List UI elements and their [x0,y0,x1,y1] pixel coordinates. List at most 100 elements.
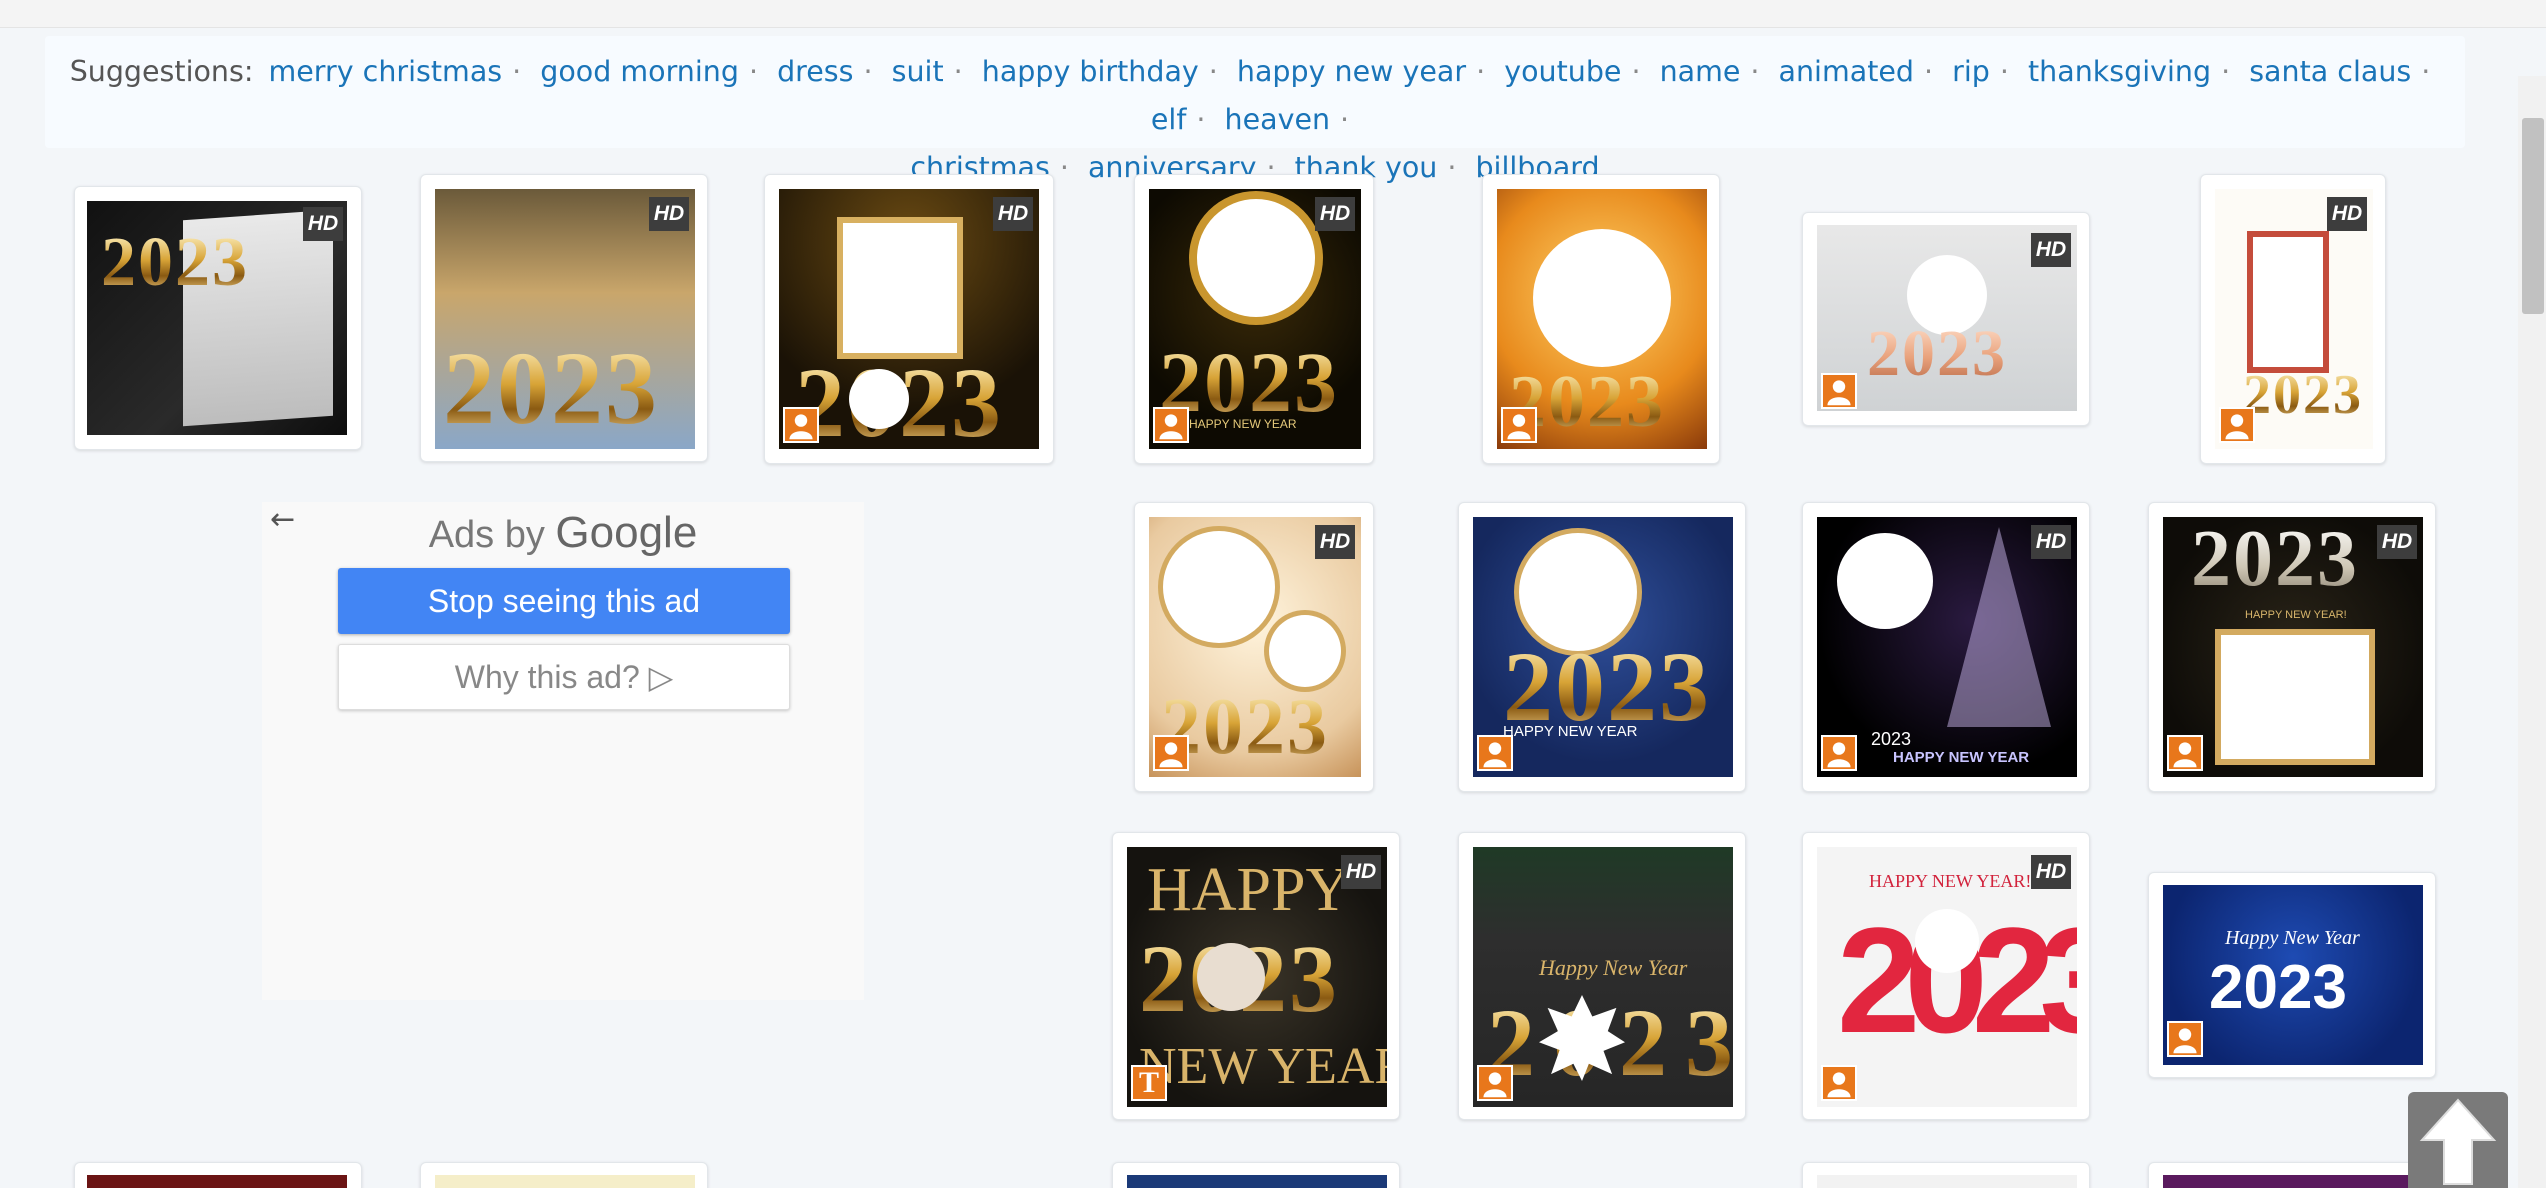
frame-card[interactable]: 2023 HD [764,174,1054,464]
hd-badge: HD [1315,197,1355,231]
frame-card[interactable] [420,1162,708,1188]
script-caption-text: Happy New Year [2225,927,2360,949]
frame-card[interactable]: Happy New Year 2023 [2148,872,2436,1078]
frame-card[interactable]: 2023 HD [1802,212,2090,426]
scrollbar-thumb[interactable] [2522,118,2544,314]
frame-thumbnail: 2023 HD [1817,225,2077,411]
hd-badge: HD [993,197,1033,231]
frame-card[interactable]: HAPPY 2023 NEW YEAR HD T [1112,832,1400,1120]
photo-frame-icon [1153,407,1189,443]
year-text: 2023 [2191,517,2359,603]
frame-card[interactable]: 2023 HD [1134,502,1374,792]
top-bar [0,0,2546,28]
photo-frame-icon [1477,1065,1513,1101]
google-logo-text: Google [555,508,698,557]
suggestion-link[interactable]: rip [1952,55,1990,88]
ads-by-label: Ads by [428,514,545,556]
caption-text: HAPPY NEW YEAR [1893,749,2030,766]
ad-panel: ← Ads by Google Stop seeing this ad Why … [262,502,864,1000]
frame-thumbnail [1127,1175,1387,1188]
suggestions-bar: Suggestions: merry christmas · good morni… [45,36,2465,184]
photo-frame-icon [783,407,819,443]
hd-badge: HD [2031,855,2071,889]
frame-card[interactable] [74,1162,362,1188]
frame-card[interactable] [2148,1162,2436,1188]
hd-badge: HD [2031,233,2071,267]
frame-thumbnail: 2023 HD [779,189,1039,449]
suggestion-link[interactable]: dress [777,55,853,88]
hd-badge: HD [649,197,689,231]
frame-card[interactable]: 2023 HAPPY NEW YEAR HD [1802,502,2090,792]
suggestion-link[interactable]: elf [1151,103,1187,136]
frame-card[interactable] [1112,1162,1400,1188]
frame-thumbnail: 2023 HD [87,201,347,435]
back-to-top-button[interactable] [2408,1092,2508,1188]
frame-card[interactable]: 2023 [1482,174,1720,464]
year-text: 2023 [2243,364,2363,426]
frame-thumbnail: Happy New Year 2023 [2163,885,2423,1065]
frame-thumbnail: 2023 HD [2215,189,2373,449]
photo-frame-icon [2219,407,2255,443]
caption-text: HAPPY NEW YEAR! [1869,871,2032,891]
suggestion-link[interactable]: thanksgiving [2028,55,2211,88]
frame-thumbnail: 2023 HD [435,189,695,449]
frame-thumbnail [435,1175,695,1188]
photo-frame-icon [1501,407,1537,443]
frame-thumbnail: 2023 HAPPY NEW YEAR HD [1817,517,2077,777]
hd-badge: HD [2327,197,2367,231]
year-text: 2023 [101,224,249,301]
text-frame-icon: T [1131,1065,1167,1101]
hd-badge: HD [2377,525,2417,559]
hd-badge: HD [2031,525,2071,559]
frame-thumbnail [87,1175,347,1188]
frame-card[interactable]: HAPPY NEW YEAR! 2023 HD [1802,832,2090,1120]
year-text: 2023 [443,331,659,446]
frame-card[interactable]: 2023 HD [420,174,708,462]
photo-frame-icon [1153,735,1189,771]
photo-frame-icon [2167,735,2203,771]
frame-card[interactable]: 2023 HAPPY NEW YEAR HD [1134,174,1374,464]
suggestion-link[interactable]: youtube [1504,55,1621,88]
why-this-ad-button[interactable]: Why this ad? ▷ [338,644,790,710]
hd-badge: HD [1315,525,1355,559]
suggestions-label: Suggestions: [69,55,254,88]
suggestion-link[interactable]: santa claus [2249,55,2411,88]
hd-badge: HD [303,207,343,241]
year-text: 2023 [1503,631,1711,742]
year-text: 2023 [1867,317,2007,390]
ads-by-google: Ads by Google [262,508,864,558]
suggestion-link[interactable]: name [1660,55,1741,88]
suggestion-link[interactable]: happy new year [1237,55,1466,88]
frame-thumbnail: HAPPY 2023 NEW YEAR HD T [1127,847,1387,1107]
script-caption-text: Happy New Year [1539,955,1688,980]
suggestion-link[interactable]: happy birthday [982,55,1199,88]
arrow-up-icon [2419,1098,2497,1185]
frame-card[interactable]: 2023 HAPPY NEW YEAR [1458,502,1746,792]
frame-thumbnail: 2023 HAPPY NEW YEAR HD [1149,189,1361,449]
new-year-text: NEW YEAR [1139,1038,1387,1095]
frame-thumbnail: 2023 HAPPY NEW YEAR [1473,517,1733,777]
suggestion-link[interactable]: good morning [540,55,739,88]
frame-card[interactable]: 2023 HAPPY NEW YEAR! HD [2148,502,2436,792]
suggestion-link[interactable]: suit [892,55,944,88]
suggestion-link[interactable]: heaven [1225,103,1331,136]
happy-text: HAPPY [1147,856,1351,924]
caption-text: HAPPY NEW YEAR [1189,417,1297,431]
frame-card[interactable] [1802,1162,2090,1188]
photo-frame-icon [1821,373,1857,409]
caption-text: HAPPY NEW YEAR! [2245,609,2347,621]
frame-card[interactable]: 2023 HD [2200,174,2386,464]
suggestion-link[interactable]: merry christmas [269,55,503,88]
frame-thumbnail: Happy New Year 2023 [1473,847,1733,1107]
frame-thumbnail: 2023 HD [1149,517,1361,777]
year-text: 2023 [2209,953,2347,1022]
frame-thumbnail: 2023 [1497,189,1707,449]
suggestion-link[interactable]: animated [1779,55,1914,88]
frame-thumbnail: 2023 HAPPY NEW YEAR! HD [2163,517,2423,777]
frame-card[interactable]: 2023 HD [74,186,362,450]
photo-frame-icon [1821,735,1857,771]
stop-seeing-ad-button[interactable]: Stop seeing this ad [338,568,790,634]
frame-thumbnail: HAPPY NEW YEAR! 2023 HD [1817,847,2077,1107]
frame-card[interactable]: Happy New Year 2023 [1458,832,1746,1120]
frame-thumbnail [1817,1175,2077,1188]
